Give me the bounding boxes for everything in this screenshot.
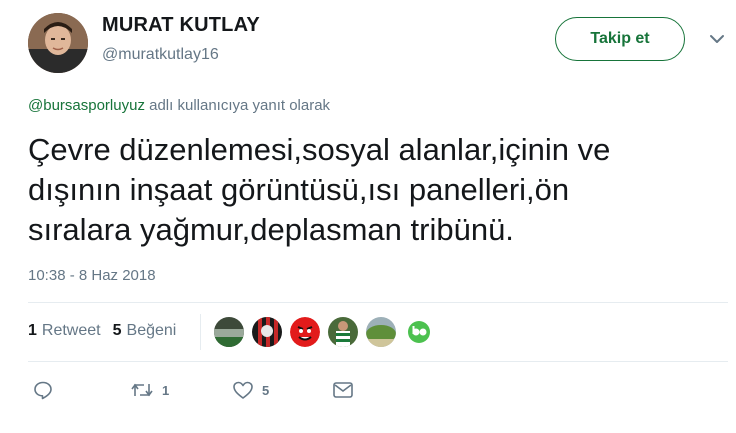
- avatar[interactable]: [28, 13, 88, 73]
- liker-avatar-player[interactable]: [328, 317, 358, 347]
- divider: [28, 361, 728, 362]
- like-stat[interactable]: 5 Beğeni: [113, 322, 177, 340]
- retweet-stat-count: 1: [28, 322, 37, 339]
- liker-avatar-logo[interactable]: [404, 317, 434, 347]
- envelope-icon: [333, 382, 353, 398]
- tweet-stats: 1 Retweet 5 Beğeni: [28, 322, 188, 340]
- author-handle[interactable]: @muratkutlay16: [102, 46, 219, 64]
- stats-separator: [200, 314, 201, 350]
- reply-mention-link[interactable]: @bursasporluyuz: [28, 97, 145, 114]
- divider: [28, 302, 728, 303]
- retweet-action-count: 1: [162, 382, 170, 398]
- likers-avatar-row: [214, 317, 442, 347]
- chevron-down-icon[interactable]: [708, 32, 726, 44]
- like-button[interactable]: 5: [232, 380, 269, 400]
- liker-avatar-stadium[interactable]: [214, 317, 244, 347]
- like-stat-label: Beğeni: [126, 322, 177, 339]
- tweet-timestamp[interactable]: 10:38 - 8 Haz 2018: [28, 267, 156, 284]
- like-action-count: 5: [262, 382, 270, 398]
- retweet-stat-label: Retweet: [41, 322, 101, 339]
- reply-context: @bursasporluyuz adlı kullanıcıya yanıt o…: [28, 97, 330, 114]
- retweet-stat[interactable]: 1 Retweet: [28, 322, 101, 340]
- follow-button[interactable]: Takip et: [555, 17, 685, 61]
- tweet-text: Çevre düzenlemesi,sosyal alanlar,içinin …: [28, 132, 611, 247]
- heart-icon: [233, 381, 253, 399]
- retweet-icon: [131, 383, 153, 397]
- retweet-button[interactable]: 1: [130, 380, 169, 400]
- reply-icon: [34, 381, 52, 400]
- like-stat-count: 5: [112, 322, 122, 339]
- author-name[interactable]: MURAT KUTLAY: [102, 14, 260, 37]
- reply-button[interactable]: [33, 380, 53, 400]
- liker-avatar-field[interactable]: [366, 317, 396, 347]
- reply-context-text: adlı kullanıcıya yanıt olarak: [144, 97, 331, 114]
- liker-avatar-stripes[interactable]: [252, 317, 282, 347]
- tweet-actions: 1 5: [0, 380, 736, 406]
- liker-avatar-red-face[interactable]: [290, 317, 320, 347]
- direct-message-button[interactable]: [332, 380, 354, 400]
